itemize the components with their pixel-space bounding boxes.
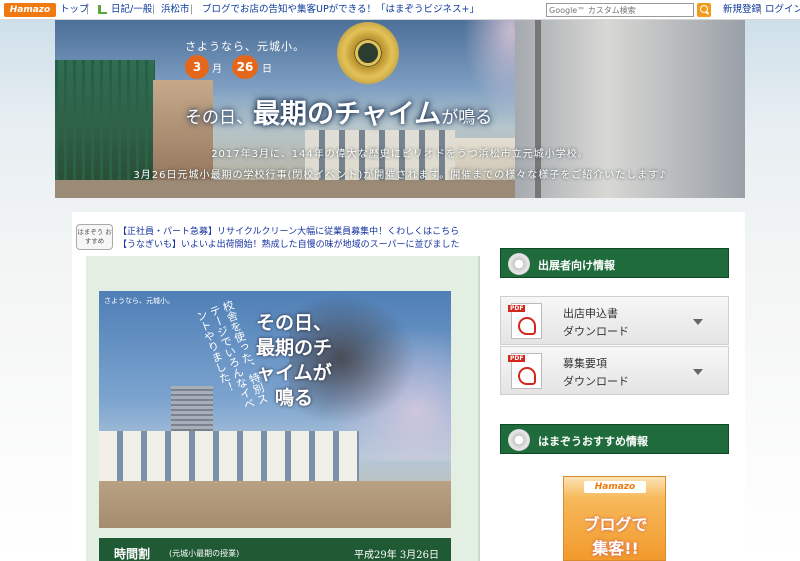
download-label: ダウンロード (563, 375, 629, 388)
pdf-tag: PDF (508, 355, 526, 362)
schedule-header: 時間割 (元城小最期の授業) 平成29年 3月26日 (99, 538, 451, 561)
recommend-news: はまぞう おすすめ 【正社員・パート急募】リサイクルクリーン大幅に従業員募集中！… (76, 222, 486, 250)
schedule-title: 時間割 (114, 547, 151, 561)
search-icon[interactable] (697, 3, 711, 17)
hero-banner: さようなら、元城小。 3 月 26 日 その日、最期のチャイムが鳴る 2017年… (55, 20, 745, 198)
register-link[interactable]: 新規登録 (723, 4, 761, 16)
nav-business-link[interactable]: ブログでお店の告知や集客UPができる！「はまぞうビジネス+」 (202, 4, 479, 16)
news-link[interactable]: 【うなぎいも】いよいよ出荷開始！熟成した自慢の味が地域のスーパーに並びました (118, 237, 460, 250)
guidelines-download-button[interactable]: PDF 募集要項 ダウンロード (500, 346, 729, 395)
event-poster-image: さようなら、元城小。 校舎を使った、特別ステージでいろんなイベントやりました！ … (99, 291, 451, 528)
chevron-down-icon (693, 369, 703, 375)
download-label: 募集要項 (563, 357, 607, 370)
chevron-down-icon (693, 319, 703, 325)
emblem-icon (508, 253, 530, 275)
nav-separator: | (152, 4, 156, 15)
banner-text: 集客!! (592, 539, 639, 558)
exhibitor-info-header: 出展者向け情報 (500, 248, 729, 278)
blog-icon (98, 5, 107, 14)
hero-description-line: 3月26日元城小最期の学校行事(閉校イベント)が開催されます。開催までの様々な様… (133, 170, 667, 181)
hero-title-part: 最期のチャイム (253, 99, 442, 130)
nav-separator: | (759, 4, 763, 15)
download-label: ダウンロード (563, 325, 629, 338)
recommend-info-header: はまぞうおすすめ情報 (500, 424, 729, 454)
news-link[interactable]: 【正社員・パート急募】リサイクルクリーン大幅に従業員募集中！くわしくはこちら (118, 224, 459, 237)
banner-text: ブログで (583, 515, 648, 534)
nav-top-link[interactable]: トップ (60, 4, 89, 16)
schoolyard-image (99, 481, 451, 528)
hero-description-line: 2017年3月に、144年の偉大な歴史にピリオドをうつ浜松市立元城小学校。 (211, 149, 589, 160)
application-form-download-button[interactable]: PDF 出店申込書 ダウンロード (500, 296, 729, 345)
hamazo-logo: Hamazo (584, 481, 646, 493)
nav-diary-link[interactable]: 日記/一般 (111, 4, 152, 16)
nav-separator: | (190, 4, 194, 15)
nav-hamamatsu-link[interactable]: 浜松市 (161, 4, 190, 16)
login-link[interactable]: ログイン (765, 4, 800, 16)
emblem-icon (508, 429, 530, 451)
hero-title: その日、最期のチャイムが鳴る (185, 92, 492, 131)
hero-farewell-text: さようなら、元城小。 (185, 40, 305, 53)
hero-month-badge: 3 (185, 55, 209, 79)
hero-title-part: その日、 (185, 108, 253, 128)
hero-title-part: が鳴る (441, 108, 493, 128)
top-bar: Hamazo トップ | 日記/一般 | 浜松市 | ブログでお店の告知や集客U… (0, 0, 800, 20)
recommend-badge: はまぞう おすすめ (76, 224, 113, 250)
poster-farewell-text: さようなら、元城小。 (104, 297, 174, 305)
schedule-date: 平成29年 3月26日 (354, 550, 439, 561)
search-input[interactable] (546, 3, 694, 17)
school-building-image (99, 431, 359, 481)
nav-separator: | (86, 4, 90, 15)
hamazo-logo[interactable]: Hamazo (4, 3, 56, 17)
blog-promo-banner[interactable]: Hamazo ブログで 集客!! (563, 476, 666, 561)
school-emblem-icon (337, 22, 399, 84)
poster-title: その日、最期のチャイムが鳴る (255, 312, 332, 409)
hero-day-badge: 26 (232, 55, 258, 79)
download-label: 出店申込書 (563, 307, 618, 320)
recommend-info-title: はまぞうおすすめ情報 (538, 435, 648, 448)
pdf-icon: PDF (508, 353, 542, 389)
exhibitor-info-title: 出展者向け情報 (538, 259, 615, 272)
schedule-subtitle: (元城小最期の授業) (169, 549, 240, 558)
hero-day-unit: 日 (262, 64, 272, 75)
pdf-icon: PDF (508, 303, 542, 339)
hero-month-unit: 月 (212, 64, 222, 75)
pdf-tag: PDF (508, 305, 526, 312)
